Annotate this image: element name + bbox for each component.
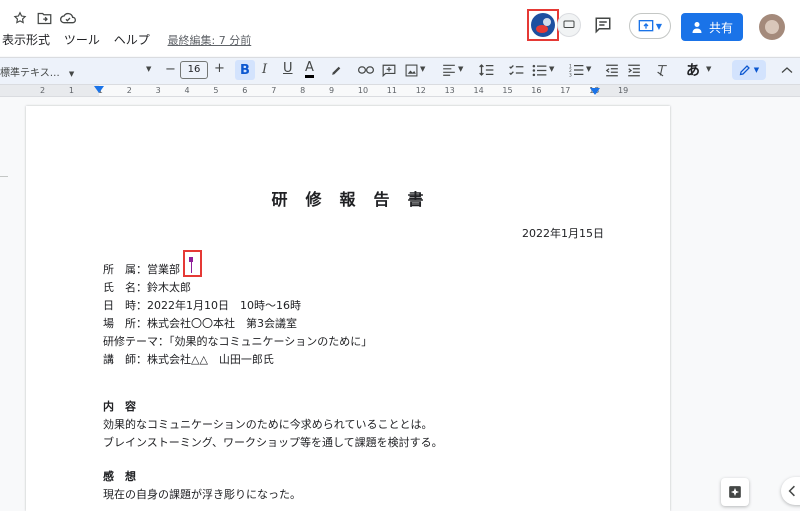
- ruler-number: 2: [126, 86, 132, 95]
- clear-formatting-icon[interactable]: [654, 62, 670, 78]
- ruler-number: 19: [618, 86, 629, 95]
- field-line: 研修テーマ：「効果的なコミュニケーションのために」: [103, 335, 373, 348]
- last-edit-link[interactable]: 最終編集: 7 分前: [168, 34, 252, 47]
- section-body-content: 効果的なコミュニケーションのために今求められていることとは。 ブレインストーミン…: [103, 416, 443, 452]
- editing-mode-button[interactable]: ▼: [732, 60, 766, 80]
- bold-button[interactable]: B: [235, 60, 255, 80]
- chevron-down-icon[interactable]: ▼: [420, 65, 425, 73]
- horizontal-ruler[interactable]: 2 1 1 2 3 4 5 6 7 8 9 10 11 12 13 14 15 16 17 18 19: [0, 85, 800, 97]
- right-indent-marker[interactable]: [590, 88, 600, 95]
- ruler-number: 13: [444, 86, 455, 95]
- chevron-down-icon[interactable]: ▼: [458, 65, 463, 73]
- chevron-down-icon[interactable]: ▼: [549, 65, 554, 73]
- align-left-icon[interactable]: [441, 62, 457, 78]
- ruler-number: 11: [386, 86, 397, 95]
- share-label: 共有: [708, 20, 733, 35]
- left-indent-marker[interactable]: [94, 86, 104, 93]
- document-page[interactable]: 研 修 報 告 書 2022年1月15日 所 属：営業部 氏 名：鈴木太郎 日 …: [26, 106, 670, 511]
- formatting-toolbar: 標準テキス… ▼ ▼ − 16 + B I U A ▼ ▼ ▼ 123 ▼ あ …: [0, 57, 800, 85]
- field-line: 所 属：営業部: [103, 263, 180, 276]
- present-button[interactable]: ▼: [629, 13, 671, 39]
- menu-view[interactable]: 表示形式: [2, 33, 50, 47]
- ruler-number: 5: [213, 86, 219, 95]
- comments-icon[interactable]: [592, 14, 614, 36]
- explore-button[interactable]: [721, 478, 749, 506]
- bulleted-list-icon[interactable]: [531, 62, 547, 78]
- italic-button[interactable]: I: [262, 62, 267, 77]
- ruler-number: 16: [531, 86, 542, 95]
- ruler-number: 14: [473, 86, 484, 95]
- chevron-down-icon[interactable]: ▼: [706, 65, 711, 73]
- user-avatar[interactable]: [759, 14, 785, 40]
- top-bar: 表示形式 ツール ヘルプ 最終編集: 7 分前 ▼ 共有: [0, 0, 800, 56]
- chevron-down-icon: ▼: [68, 70, 75, 78]
- svg-text:3: 3: [569, 72, 572, 77]
- chevron-down-icon: ▼: [655, 21, 663, 31]
- ruler-number: 3: [155, 86, 161, 95]
- field-line: 場 所：株式会社〇〇本社 第3会議室: [103, 317, 297, 330]
- decrease-indent-icon[interactable]: [604, 62, 620, 78]
- add-comment-icon[interactable]: [381, 62, 397, 78]
- comment-chat-icon[interactable]: [557, 13, 581, 37]
- ruler-number: 17: [560, 86, 571, 95]
- body-line: 現在の自身の課題が浮き彫りになった。: [103, 488, 301, 501]
- ruler-number: 2: [40, 86, 46, 95]
- ruler-number: 1: [68, 86, 74, 95]
- field-line: 日 時：2022年1月10日 10時～16時: [103, 299, 301, 312]
- ruler-number: 10: [357, 86, 369, 95]
- ruler-number: 4: [184, 86, 190, 95]
- body-line: 効果的なコミュニケーションのために今求められていることとは。: [103, 418, 433, 431]
- link-icon[interactable]: [358, 62, 374, 78]
- highlight-pen-icon[interactable]: [328, 62, 344, 78]
- menu-bar: 表示形式 ツール ヘルプ 最終編集: 7 分前: [2, 31, 261, 48]
- checklist-icon[interactable]: [508, 62, 524, 78]
- increase-font-size-button[interactable]: +: [214, 61, 225, 76]
- paragraph-style-select[interactable]: 標準テキス… ▼: [0, 64, 74, 79]
- text-color-button[interactable]: A: [305, 60, 314, 78]
- paragraph-style-value: 標準テキス…: [0, 68, 60, 79]
- chevron-down-icon: ▼: [753, 66, 760, 74]
- body-line: ブレインストーミング、ワークショップ等を通して課題を検討する。: [103, 436, 443, 449]
- explore-star-icon: [729, 486, 741, 498]
- input-tools-button[interactable]: あ: [686, 60, 700, 80]
- menu-tools[interactable]: ツール: [64, 33, 100, 47]
- ruler-number: 8: [300, 86, 306, 95]
- chevron-left-icon: [788, 485, 795, 497]
- field-line: 氏 名：鈴木太郎: [103, 281, 191, 294]
- chevron-down-icon[interactable]: ▼: [586, 65, 591, 73]
- move-folder-icon[interactable]: [36, 10, 52, 26]
- cloud-status-icon[interactable]: [60, 10, 76, 26]
- ruler-number: 7: [271, 86, 277, 95]
- ruler-number: 6: [242, 86, 248, 95]
- underline-button[interactable]: U: [283, 61, 293, 76]
- ruler-margin-left: [0, 85, 99, 96]
- person-lock-icon: [691, 21, 703, 34]
- outline-marker: [0, 176, 8, 177]
- decrease-font-size-button[interactable]: −: [165, 62, 176, 77]
- document-title: 研 修 報 告 書: [271, 190, 425, 209]
- side-panel-toggle[interactable]: [781, 477, 800, 505]
- share-button[interactable]: 共有: [681, 13, 743, 41]
- insert-image-icon[interactable]: [403, 62, 419, 78]
- text-cursor: [191, 257, 192, 273]
- font-size-input[interactable]: 16: [180, 61, 208, 79]
- ruler-number: 12: [415, 86, 426, 95]
- highlight-box-cursor: [183, 250, 202, 277]
- info-fields: 所 属：営業部 氏 名：鈴木太郎 日 時：2022年1月10日 10時～16時 …: [103, 261, 372, 369]
- field-line: 講 師：株式会社△△ 山田一郎氏: [103, 353, 274, 366]
- document-date: 2022年1月15日: [522, 227, 604, 240]
- increase-indent-icon[interactable]: [626, 62, 642, 78]
- section-heading-impressions: 感 想: [103, 470, 136, 483]
- line-spacing-icon[interactable]: [478, 62, 494, 78]
- star-icon[interactable]: [12, 10, 28, 26]
- section-body-impressions: 現在の自身の課題が浮き彫りになった。: [103, 486, 301, 504]
- section-heading-content: 内 容: [103, 400, 136, 413]
- numbered-list-icon[interactable]: 123: [568, 62, 584, 78]
- font-select-chevron-icon[interactable]: ▼: [146, 65, 151, 73]
- ruler-number: 15: [502, 86, 513, 95]
- menu-help[interactable]: ヘルプ: [114, 33, 150, 47]
- collapse-toolbar-icon[interactable]: [779, 62, 795, 78]
- app-avatar-icon[interactable]: [531, 13, 555, 37]
- ruler-number: 9: [329, 86, 335, 95]
